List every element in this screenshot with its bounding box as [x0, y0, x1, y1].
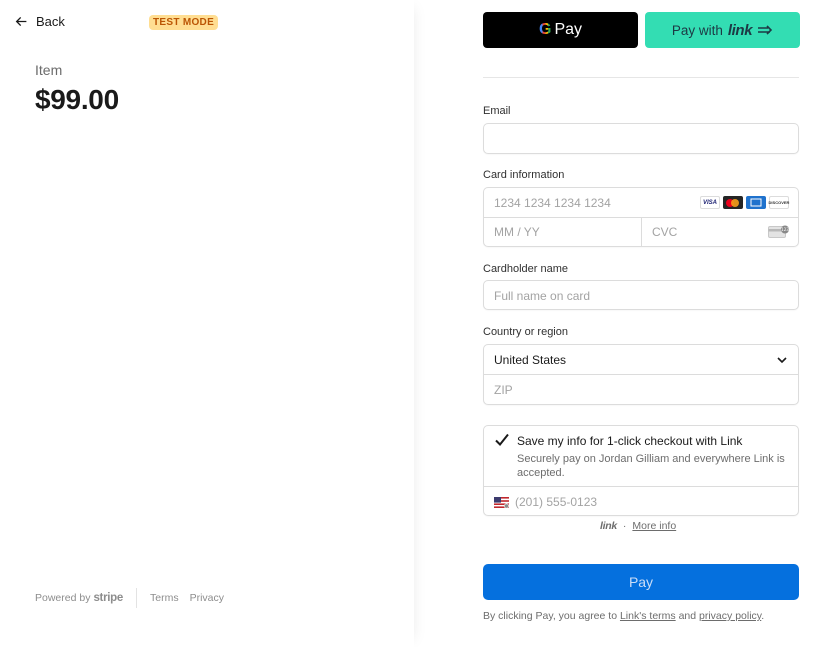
country-label: Country or region [483, 326, 568, 338]
us-flag-icon [494, 497, 509, 508]
phone-placeholder: (201) 555-0123 [515, 495, 598, 509]
more-info-link[interactable]: More info [632, 520, 676, 532]
mastercard-icon [723, 196, 743, 209]
cardholder-placeholder: Full name on card [494, 289, 591, 303]
visa-icon: VISA [700, 196, 720, 209]
link-meta-separator: · [622, 520, 627, 532]
country-selected: United States [494, 353, 567, 367]
zip-input[interactable]: ZIP [484, 375, 798, 405]
cardholder-input[interactable]: Full name on card [483, 280, 799, 310]
cvc-placeholder: CVC [652, 225, 678, 239]
back-label: Back [36, 14, 65, 29]
card-number-input[interactable]: 1234 1234 1234 1234 VISA DISCOVER [484, 188, 798, 218]
zip-placeholder: ZIP [494, 383, 513, 397]
terms-prefix: By clicking Pay, you agree to [483, 610, 620, 622]
save-info-title: Save my info for 1-click checkout with L… [517, 434, 743, 448]
card-number-placeholder: 1234 1234 1234 1234 [494, 196, 611, 210]
terms-suffix: . [761, 610, 765, 622]
item-price: $99.00 [35, 84, 119, 115]
chevron-down-icon [777, 357, 787, 364]
terms-link[interactable]: Terms [150, 592, 179, 604]
link-save-group: Save my info for 1-click checkout with L… [483, 425, 799, 516]
google-pay-button[interactable]: G Pay [483, 12, 638, 48]
privacy-policy-link[interactable]: privacy policy [699, 610, 761, 622]
pay-button-label: Pay [628, 574, 654, 590]
test-mode-badge: TEST MODE [149, 15, 219, 30]
powered-by-stripe[interactable]: Powered by stripe [35, 592, 123, 604]
cardholder-label: Cardholder name [483, 263, 568, 275]
amex-icon [746, 196, 766, 209]
terms-and: and [675, 610, 700, 622]
google-g-icon: G [538, 21, 552, 38]
pay-with-link-button[interactable]: Pay with link [645, 12, 800, 48]
footer-divider [135, 588, 137, 608]
back-link[interactable]: Back [15, 14, 65, 29]
link-logo: link [727, 21, 753, 39]
order-summary-pane: Back TEST MODE Item $99.00 Powered by st… [0, 0, 414, 647]
powered-by-label: Powered by [35, 592, 91, 604]
wallet-buttons: G Pay Pay with link [483, 12, 800, 48]
card-expiry-input[interactable]: MM / YY [484, 218, 641, 247]
privacy-link[interactable]: Privacy [190, 592, 224, 604]
link-prefix: Pay with [671, 22, 723, 38]
link-meta: link · More info [600, 520, 676, 532]
country-select[interactable]: United States [484, 345, 798, 375]
footer: Powered by stripe Terms Privacy [35, 588, 224, 608]
stripe-logo: stripe [93, 592, 123, 604]
phone-input[interactable]: (201) 555-0123 [484, 487, 798, 516]
country-group: United States ZIP [483, 344, 799, 405]
cvc-card-icon: 123 [768, 225, 789, 238]
discover-icon: DISCOVER [769, 196, 789, 209]
save-info-description: Securely pay on Jordan Gilliam and every… [517, 453, 785, 479]
link-logo-small: link [600, 520, 617, 532]
expiry-placeholder: MM / YY [494, 225, 540, 239]
card-info-label: Card information [483, 169, 565, 181]
pay-button[interactable]: Pay [483, 564, 799, 600]
terms-notice: By clicking Pay, you agree to Link's ter… [483, 610, 764, 622]
gpay-label: Pay [554, 21, 583, 38]
item-label: Item [35, 62, 63, 78]
card-info-group: 1234 1234 1234 1234 VISA DISCOVER MM / Y… [483, 187, 799, 247]
link-arrow-icon [758, 25, 773, 35]
payment-form-pane: G Pay Pay with link Email Card informati… [414, 0, 828, 647]
card-cvc-input[interactable]: CVC 123 [642, 218, 799, 247]
email-label: Email [483, 105, 511, 117]
svg-text:123: 123 [781, 227, 789, 232]
email-input[interactable] [483, 123, 799, 154]
arrow-left-icon [15, 16, 27, 27]
link-terms-link[interactable]: Link's terms [620, 610, 676, 622]
wallet-divider [483, 77, 799, 78]
card-brand-icons: VISA DISCOVER [700, 196, 789, 209]
save-info-checkbox[interactable] [494, 432, 510, 448]
